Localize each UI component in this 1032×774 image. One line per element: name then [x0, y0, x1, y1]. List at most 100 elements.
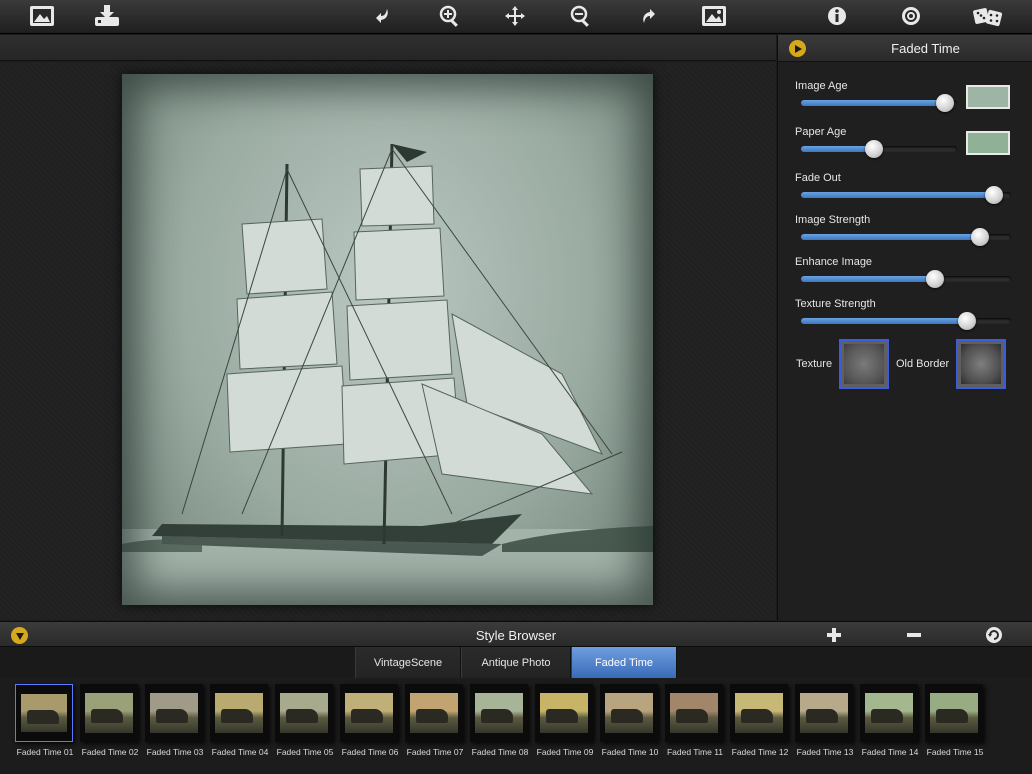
sailing-ship-image — [122, 143, 653, 605]
canvas-area — [0, 62, 776, 620]
preset-preview — [80, 684, 138, 742]
panel-title: Faded Time — [891, 41, 960, 56]
preset-thumbnail[interactable]: Faded Time 02 — [80, 684, 140, 757]
redo-icon[interactable] — [631, 2, 665, 30]
slider-label: Paper Age — [795, 126, 847, 138]
slider-paper-age[interactable] — [801, 140, 957, 158]
preset-thumbnail[interactable]: Faded Time 10 — [600, 684, 660, 757]
style-browser-title: Style Browser — [475, 628, 557, 643]
slider-fill — [801, 318, 967, 324]
tab-vintagescene[interactable]: VintageScene — [355, 647, 461, 678]
remove-preset-icon[interactable] — [904, 626, 924, 644]
preset-thumbnails: Faded Time 01 Faded Time 02 Faded Time 03 F… — [0, 678, 1032, 774]
preset-label: Faded Time 14 — [861, 747, 919, 757]
collapse-browser-icon[interactable] — [11, 627, 28, 644]
preset-label: Faded Time 04 — [211, 747, 269, 757]
preset-preview — [665, 684, 723, 742]
preset-preview — [340, 684, 398, 742]
preset-thumbnail[interactable]: Faded Time 12 — [730, 684, 790, 757]
style-tabs: VintageScene Antique Photo Faded Time — [0, 647, 1032, 678]
play-preset-icon[interactable] — [789, 40, 806, 57]
preset-thumbnail[interactable]: Faded Time 11 — [665, 684, 725, 757]
undo-icon[interactable] — [366, 2, 400, 30]
slider-texture-strength[interactable] — [801, 312, 1011, 330]
preset-label: Faded Time 03 — [146, 747, 204, 757]
preset-preview — [860, 684, 918, 742]
info-icon[interactable] — [820, 2, 854, 30]
old-border-label: Old Border — [896, 358, 950, 370]
slider-label: Fade Out — [795, 172, 841, 184]
zoom-out-icon[interactable] — [564, 2, 598, 30]
add-preset-icon[interactable] — [824, 626, 844, 644]
slider-enhance-image[interactable] — [801, 270, 1011, 288]
preset-thumbnail[interactable]: Faded Time 13 — [795, 684, 855, 757]
slider-label: Enhance Image — [795, 256, 873, 268]
preset-thumbnail[interactable]: Faded Time 08 — [470, 684, 530, 757]
old-border-picker[interactable] — [956, 339, 1006, 389]
random-dice-icon[interactable] — [971, 2, 1005, 30]
zoom-in-icon[interactable] — [433, 2, 467, 30]
tab-antique-photo[interactable]: Antique Photo — [461, 647, 571, 678]
preset-preview — [600, 684, 658, 742]
preset-label: Faded Time 08 — [471, 747, 529, 757]
preset-label: Faded Time 11 — [666, 747, 724, 757]
slider-thumb[interactable] — [985, 186, 1004, 204]
photo-library-icon[interactable] — [25, 2, 59, 30]
preset-thumbnail[interactable]: Faded Time 04 — [210, 684, 270, 757]
preset-thumbnail[interactable]: Faded Time 01 — [15, 684, 75, 757]
slider-fade-out[interactable] — [801, 186, 1011, 204]
preset-label: Faded Time 09 — [536, 747, 594, 757]
preset-preview — [795, 684, 853, 742]
preset-preview — [15, 684, 73, 742]
preset-preview — [145, 684, 203, 742]
preset-preview — [210, 684, 268, 742]
style-browser-bar: Style Browser — [0, 621, 1032, 647]
slider-image-strength[interactable] — [801, 228, 1011, 246]
preset-preview — [470, 684, 528, 742]
preset-label: Faded Time 07 — [406, 747, 464, 757]
settings-icon[interactable] — [894, 2, 928, 30]
preset-thumbnail[interactable]: Faded Time 14 — [860, 684, 920, 757]
tab-faded-time[interactable]: Faded Time — [571, 647, 677, 678]
slider-fill — [801, 146, 875, 152]
slider-thumb[interactable] — [926, 270, 945, 288]
move-icon[interactable] — [498, 2, 532, 30]
color-swatch[interactable] — [966, 131, 1010, 155]
slider-thumb[interactable] — [957, 312, 976, 330]
slider-fill — [801, 192, 995, 198]
slider-label: Image Age — [795, 80, 848, 92]
save-download-icon[interactable] — [90, 2, 124, 30]
preset-thumbnail[interactable]: Faded Time 15 — [925, 684, 985, 757]
slider-image-age[interactable] — [801, 94, 957, 112]
slider-thumb[interactable] — [865, 140, 884, 158]
edited-photo[interactable] — [122, 74, 653, 605]
preset-preview — [405, 684, 463, 742]
slider-thumb[interactable] — [935, 94, 954, 112]
preset-thumbnail[interactable]: Faded Time 06 — [340, 684, 400, 757]
preset-label: Faded Time 01 — [16, 747, 74, 757]
texture-picker[interactable] — [839, 339, 889, 389]
slider-label: Texture Strength — [795, 298, 876, 310]
preset-preview — [730, 684, 788, 742]
preset-preview — [925, 684, 983, 742]
slider-thumb[interactable] — [970, 228, 989, 246]
preset-thumbnail[interactable]: Faded Time 09 — [535, 684, 595, 757]
preset-label: Faded Time 02 — [81, 747, 139, 757]
panel-header: Faded Time — [778, 35, 1032, 62]
slider-label: Image Strength — [795, 214, 871, 226]
preset-label: Faded Time 15 — [926, 747, 984, 757]
top-toolbar — [0, 0, 1032, 34]
color-swatch[interactable] — [966, 85, 1010, 109]
refresh-presets-icon[interactable] — [984, 626, 1004, 644]
preset-thumbnail[interactable]: Faded Time 07 — [405, 684, 465, 757]
texture-label: Texture — [796, 358, 833, 370]
preset-label: Faded Time 05 — [276, 747, 334, 757]
preset-thumbnail[interactable]: Faded Time 05 — [275, 684, 335, 757]
preset-label: Faded Time 13 — [796, 747, 854, 757]
preset-label: Faded Time 10 — [601, 747, 659, 757]
slider-fill — [801, 100, 945, 106]
preset-preview — [535, 684, 593, 742]
preset-label: Faded Time 12 — [731, 747, 789, 757]
preset-thumbnail[interactable]: Faded Time 03 — [145, 684, 205, 757]
compare-image-icon[interactable] — [697, 2, 731, 30]
